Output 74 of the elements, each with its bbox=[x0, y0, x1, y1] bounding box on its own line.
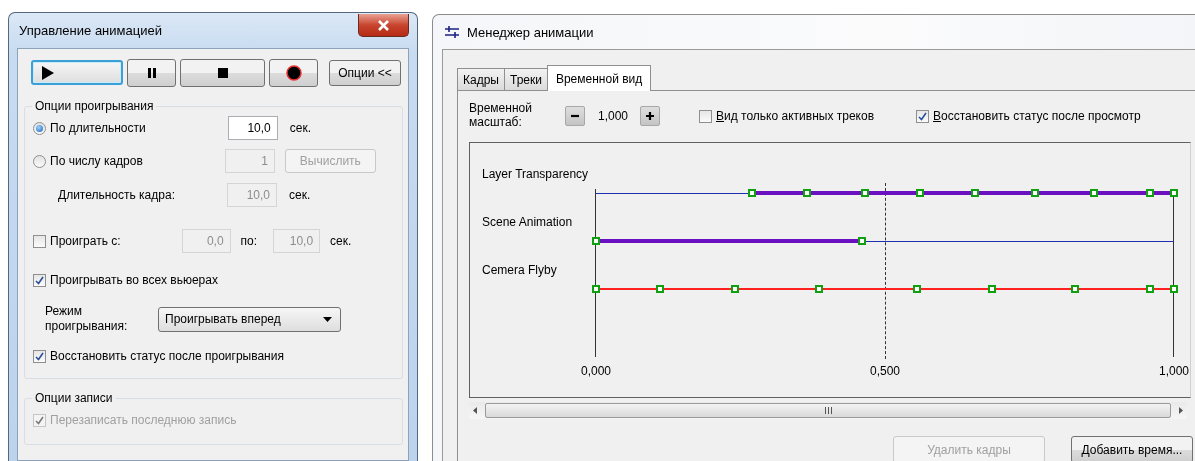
tab[interactable]: Кадры bbox=[457, 68, 505, 90]
keyframe-marker[interactable] bbox=[912, 285, 921, 293]
keyframe-marker[interactable] bbox=[987, 285, 996, 293]
checkbox[interactable] bbox=[699, 109, 713, 123]
duration-field[interactable]: 10,0 bbox=[227, 116, 278, 140]
checkbox[interactable] bbox=[33, 273, 46, 287]
options-button[interactable]: Опции << bbox=[329, 59, 401, 86]
keyframe-marker[interactable] bbox=[857, 237, 866, 245]
keyframe-marker[interactable] bbox=[592, 285, 600, 293]
play-icon bbox=[39, 64, 55, 81]
scale-value: 1,000 bbox=[598, 109, 629, 123]
keyframe-marker[interactable] bbox=[1145, 189, 1154, 197]
keyframe-marker[interactable] bbox=[655, 285, 664, 293]
window-title: Менеджер анимации bbox=[467, 24, 594, 40]
checkbox[interactable] bbox=[916, 109, 929, 123]
window-title: Управление анимацией bbox=[18, 23, 162, 38]
keyframe-marker[interactable] bbox=[592, 237, 600, 245]
tab[interactable]: Треки bbox=[503, 68, 548, 90]
keyframe-marker[interactable] bbox=[1070, 285, 1079, 293]
tick-label: 1,000 bbox=[1159, 364, 1189, 378]
keyframe-marker[interactable] bbox=[915, 189, 924, 197]
option-label[interactable]: Проигрывать во всех вьюерах bbox=[50, 273, 218, 287]
plus-icon bbox=[645, 111, 656, 121]
unit-label: сек. bbox=[330, 234, 352, 248]
keyframe-marker[interactable] bbox=[1170, 285, 1178, 293]
option-label[interactable]: Восстановить статус после просмотр bbox=[933, 109, 1141, 123]
keyframe-marker[interactable] bbox=[1145, 285, 1154, 293]
mode-dropdown[interactable]: Проигрывать вперед bbox=[158, 306, 341, 332]
group-title: Опции записи bbox=[34, 391, 114, 405]
stop-button[interactable] bbox=[180, 58, 265, 87]
close-button[interactable] bbox=[358, 14, 409, 37]
track-label: Layer Transparency bbox=[482, 167, 589, 181]
keyframe-marker[interactable] bbox=[1090, 189, 1099, 197]
keyframe-marker[interactable] bbox=[970, 189, 979, 197]
radio-button[interactable] bbox=[33, 121, 46, 135]
radio-button[interactable] bbox=[33, 154, 46, 168]
keyframe-marker[interactable] bbox=[814, 285, 823, 293]
keyframe-marker[interactable] bbox=[802, 189, 811, 197]
play-button[interactable] bbox=[31, 60, 123, 85]
option-label[interactable]: Восстановить статус после проигрывания bbox=[50, 349, 284, 363]
tick-label: 0,500 bbox=[870, 364, 900, 378]
keyframe-marker[interactable] bbox=[1170, 189, 1178, 197]
option-label[interactable]: По числу кадров bbox=[50, 154, 143, 168]
field-label: Временной масштаб: bbox=[469, 100, 533, 129]
unit-label: сек. bbox=[289, 188, 311, 202]
pause-button[interactable] bbox=[127, 58, 176, 87]
dialog-button[interactable]: Добавить время... bbox=[1071, 436, 1193, 461]
keyframe-marker[interactable] bbox=[860, 189, 869, 197]
track-label: Cemera Flyby bbox=[482, 263, 557, 277]
record-icon bbox=[285, 64, 302, 81]
field-label: по: bbox=[240, 234, 258, 248]
field-label: Режим проигрывания: bbox=[45, 304, 125, 334]
track-label: Scene Animation bbox=[482, 215, 573, 229]
record-button[interactable] bbox=[269, 58, 318, 87]
unit-label: сек. bbox=[289, 121, 311, 135]
option-label[interactable]: Вид только активных треков bbox=[716, 109, 874, 123]
keyframe-marker[interactable] bbox=[1031, 189, 1040, 197]
grip-icon bbox=[823, 407, 833, 414]
keyframe-marker[interactable] bbox=[730, 285, 739, 293]
checkbox[interactable] bbox=[33, 349, 46, 363]
field-label: Длительность кадра: bbox=[58, 188, 175, 202]
sliders-icon bbox=[444, 25, 460, 39]
scroll-thumb[interactable] bbox=[485, 403, 1171, 418]
tick-label: 0,000 bbox=[581, 364, 611, 378]
option-label[interactable]: По длительности bbox=[50, 121, 146, 135]
keyframe-marker[interactable] bbox=[748, 189, 757, 197]
caret-icon bbox=[323, 316, 332, 322]
close-icon bbox=[377, 19, 390, 31]
checkbox[interactable] bbox=[33, 234, 46, 248]
tab[interactable]: Временной вид bbox=[546, 65, 652, 91]
group-title: Опции проигрывания bbox=[34, 99, 155, 113]
option-label[interactable]: Проиграть с: bbox=[50, 234, 121, 248]
plus-button[interactable] bbox=[640, 106, 661, 126]
minus-button[interactable] bbox=[565, 106, 585, 126]
